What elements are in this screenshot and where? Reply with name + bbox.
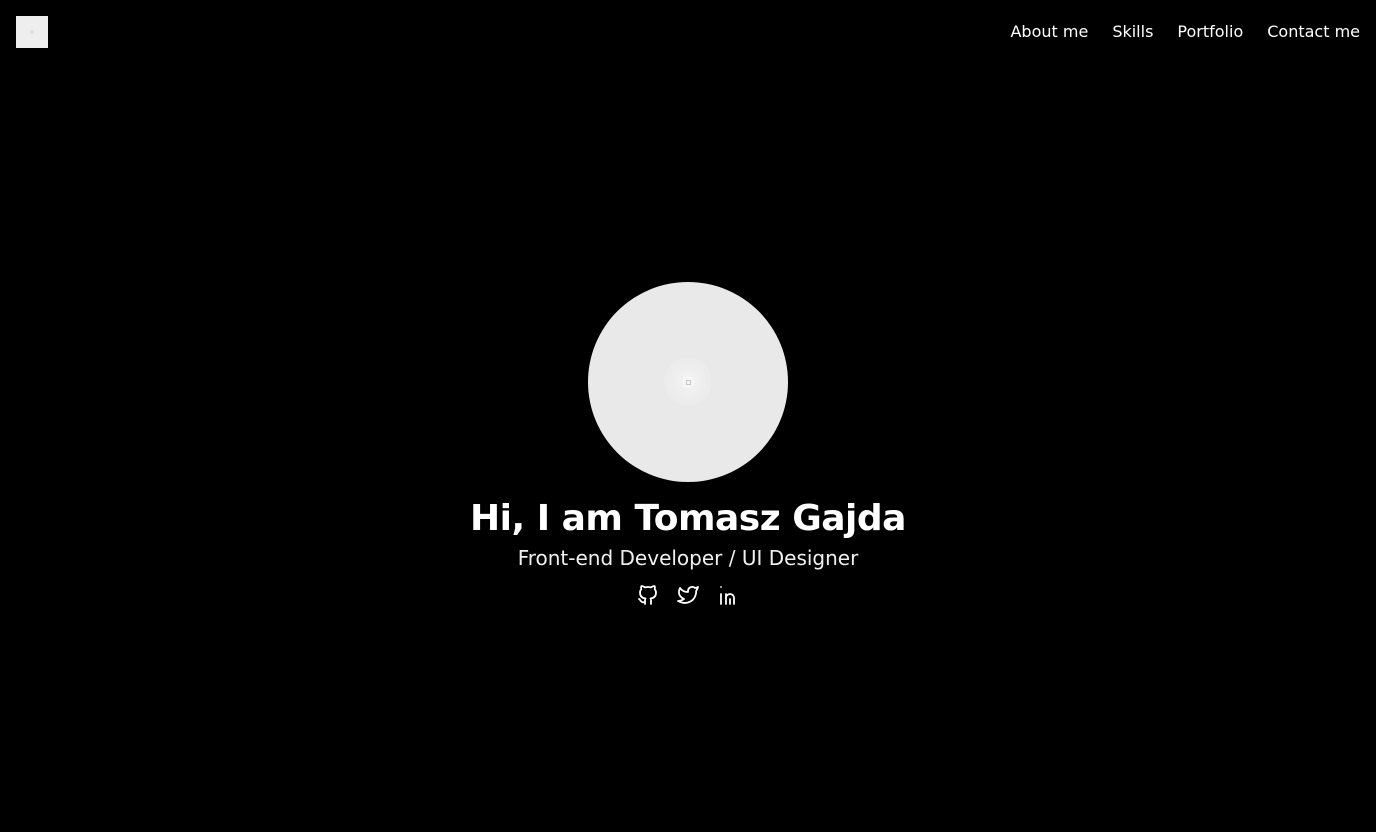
- header: About me Skills Portfolio Contact me: [0, 0, 1376, 64]
- avatar: [588, 282, 788, 482]
- nav-link-portfolio[interactable]: Portfolio: [1177, 22, 1243, 42]
- hero-title: Hi, I am Tomasz Gajda: [470, 498, 906, 539]
- linkedin-link[interactable]: [716, 583, 740, 607]
- hero-section: Hi, I am Tomasz Gajda Front-end Develope…: [0, 282, 1376, 607]
- github-icon: [638, 585, 657, 605]
- linkedin-icon: [720, 586, 735, 605]
- github-link[interactable]: [636, 583, 660, 607]
- nav-link-skills[interactable]: Skills: [1112, 22, 1153, 42]
- hero-subtitle: Front-end Developer / UI Designer: [517, 546, 859, 570]
- nav-link-about-me[interactable]: About me: [1010, 22, 1088, 42]
- twitter-link[interactable]: [676, 583, 700, 607]
- logo-image-placeholder-icon: [30, 30, 34, 34]
- nav-link-contact-me[interactable]: Contact me: [1267, 22, 1360, 42]
- main-nav: About me Skills Portfolio Contact me: [1010, 22, 1360, 42]
- logo[interactable]: [16, 16, 48, 48]
- social-links: [636, 583, 740, 607]
- image-placeholder-icon: [682, 376, 694, 388]
- twitter-icon: [677, 586, 699, 604]
